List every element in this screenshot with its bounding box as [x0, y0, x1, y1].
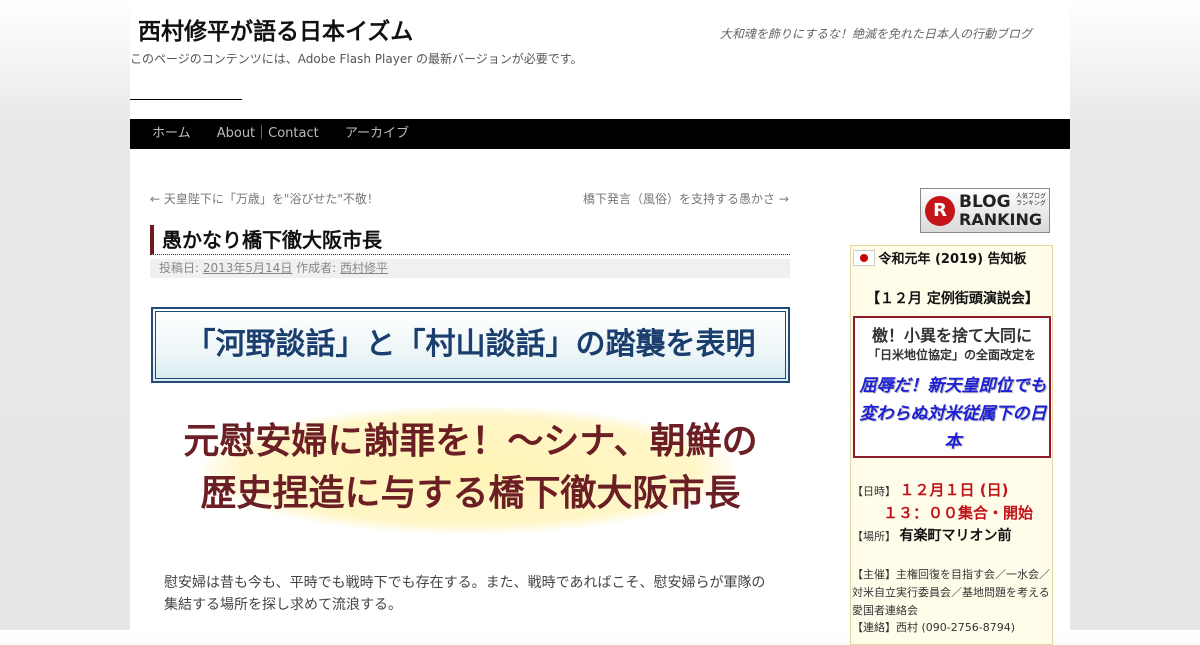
date-value: １２月１日 (日) — [899, 481, 1009, 499]
ranking-logo-icon: R — [925, 196, 955, 226]
event-date: 【日時】 １２月１日 (日) — [852, 479, 1008, 500]
event-line-1: 檄！小異を捨て大同に — [871, 326, 1032, 345]
post-meta: 投稿日: 2013年5月14日 作成者: 西村修平 — [150, 259, 790, 278]
ranking-line-2: RANKING — [959, 210, 1042, 229]
ranking-small-text: 人気ブログランキング — [1016, 193, 1047, 207]
place-value: 有楽町マリオン前 — [899, 528, 1012, 544]
time-value: １３：００集合・開始 — [883, 504, 1034, 522]
post-title: 愚かなり橋下徹大阪市長 — [150, 225, 790, 255]
post-body: 慰安婦は昔も今も、平時でも戦時下でも存在する。また、戦時であればこそ、慰安婦らが… — [164, 572, 776, 616]
event-organizer: 【主催】主権回復を目指す会／一水会／対米自立実行委員会／基地問題を考える愛国者連… — [852, 566, 1052, 620]
next-post-link[interactable]: 橋下発言（風俗）を支持する愚かさ → — [583, 190, 789, 207]
contact-label: 【連絡】 — [852, 621, 896, 634]
previous-post-link[interactable]: ← 天皇陛下に「万歳」を"浴びせた"不敬！ — [150, 190, 379, 207]
nav-about-contact[interactable]: About｜Contact — [217, 119, 319, 149]
nav-archive[interactable]: アーカイブ — [345, 119, 409, 149]
event-line-2: 「日米地位協定」の全面改定を — [867, 348, 1036, 362]
post-date-link[interactable]: 2013年5月14日 — [203, 261, 292, 275]
event-line-3: 屈辱だ！新天皇即位でも変わらぬ対米従属下の日本 — [859, 376, 1047, 452]
notice-title: 令和元年 (2019) 告知板 — [878, 252, 1027, 267]
post-headline: 元慰安婦に謝罪を！〜シナ、朝鮮の 歴史捏造に与する橋下徹大阪市長 — [151, 416, 790, 520]
post-author-link[interactable]: 西村修平 — [340, 261, 388, 275]
notice-subtitle: 【１２月 定例街頭演説会】 — [866, 291, 1039, 307]
headline-line-1: 元慰安婦に謝罪を！〜シナ、朝鮮の — [183, 421, 758, 462]
event-time: １３：００集合・開始 — [883, 502, 1033, 523]
post-headline-image: 元慰安婦に謝罪を！〜シナ、朝鮮の 歴史捏造に与する橋下徹大阪市長 — [151, 400, 790, 540]
event-contact: 【連絡】西村 (090-2756-8794) — [852, 619, 1015, 635]
ranking-line-1: BLOG — [959, 192, 1011, 212]
body-line-2: 集結する場所を探し求めて流浪する。 — [164, 597, 402, 613]
body-line-1: 慰安婦は昔も今も、平時でも戦時下でも存在する。また、戦時であればこそ、慰安婦らが… — [164, 575, 766, 591]
meta-date-prefix: 投稿日: — [159, 261, 200, 275]
place-label: 【場所】 — [852, 530, 896, 543]
event-place: 【場所】 有楽町マリオン前 — [852, 525, 1012, 545]
organizer-label: 【主催】 — [852, 568, 896, 581]
post-banner: 「河野談話」と「村山談話」の踏襲を表明 — [151, 307, 790, 383]
flash-notice: このページのコンテンツには、Adobe Flash Player の最新バージョ… — [130, 52, 583, 66]
flash-divider — [130, 99, 242, 100]
nav-home[interactable]: ホーム — [152, 119, 191, 149]
headline-line-2: 歴史捏造に与する橋下徹大阪市長 — [200, 473, 741, 514]
event-box: 檄！小異を捨て大同に 「日米地位協定」の全面改定を 屈辱だ！新天皇即位でも変わら… — [853, 316, 1051, 458]
blog-ranking-banner[interactable]: R BLOG 人気ブログランキング RANKING — [920, 188, 1050, 233]
meta-author-prefix: 作成者: — [296, 261, 337, 275]
contact-value: 西村 (090-2756-8794) — [896, 621, 1016, 634]
main-nav: ホーム About｜Contact アーカイブ — [130, 119, 1070, 149]
page-wrapper: 西村修平が語る日本イズム 大和魂を飾りにするな！絶滅を免れた日本人の行動ブログ … — [130, 0, 1070, 645]
notice-board: 令和元年 (2019) 告知板 【１２月 定例街頭演説会】 檄！小異を捨て大同に… — [850, 245, 1053, 645]
site-title[interactable]: 西村修平が語る日本イズム — [138, 12, 413, 46]
site-description: 大和魂を飾りにするな！絶滅を免れた日本人の行動ブログ — [719, 27, 1032, 41]
date-label: 【日時】 — [852, 485, 896, 498]
